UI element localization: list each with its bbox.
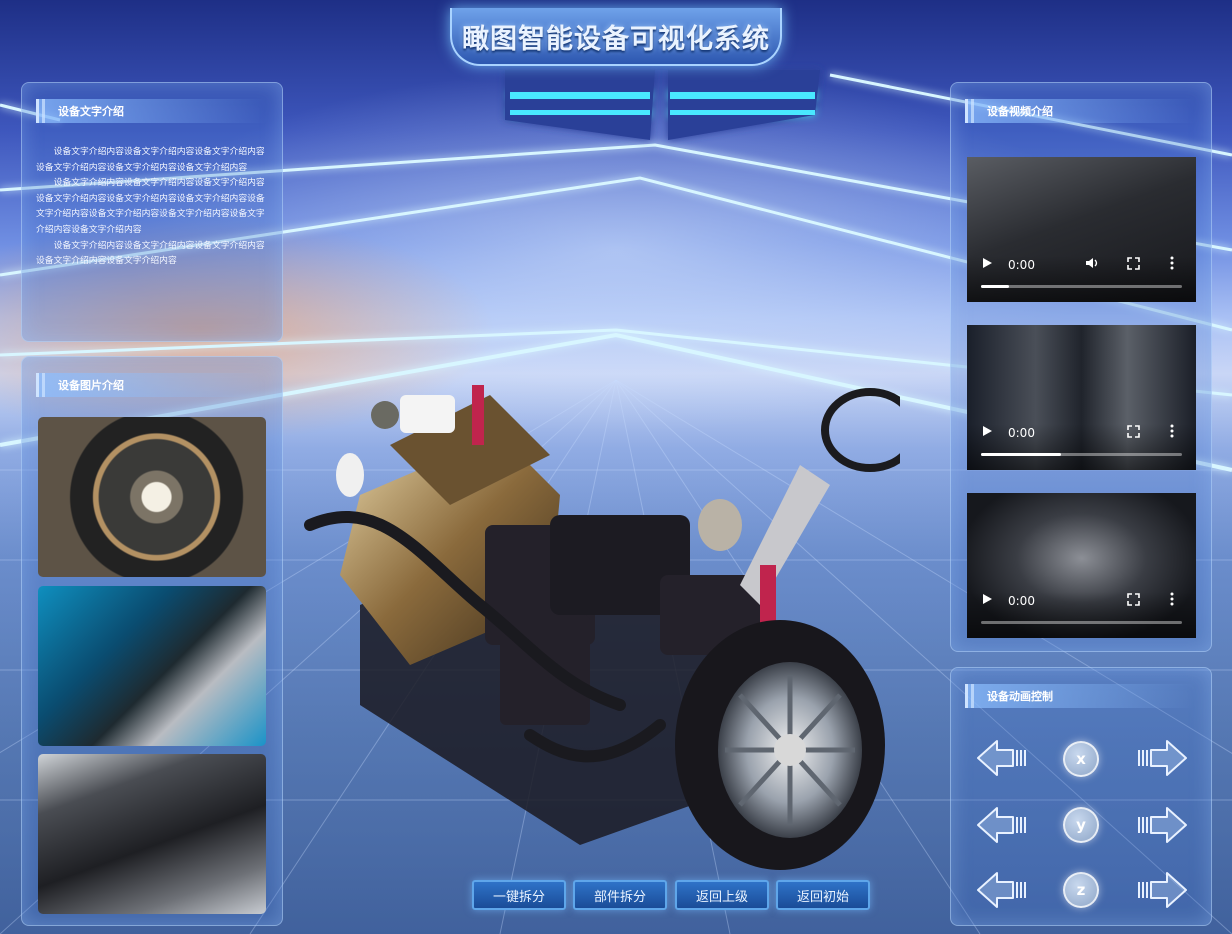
video-controls bbox=[967, 424, 1196, 470]
video-progress-bar[interactable] bbox=[981, 285, 1182, 288]
video-progress-fill bbox=[981, 285, 1010, 288]
video-intro-title: 设备视频介绍 bbox=[987, 105, 1053, 118]
fullscreen-icon[interactable] bbox=[1127, 593, 1140, 606]
play-icon[interactable] bbox=[983, 594, 992, 604]
fullscreen-icon[interactable] bbox=[1127, 257, 1140, 270]
video-progress-fill bbox=[981, 453, 1062, 456]
image-intro-panel: 设备图片介绍 bbox=[21, 356, 283, 926]
reset-view-button[interactable]: 返回初始 bbox=[776, 880, 870, 910]
video-player-3[interactable]: 0:00 bbox=[967, 493, 1196, 638]
video-time: 0:00 bbox=[1008, 594, 1035, 608]
y-axis-right-arrow-icon[interactable] bbox=[1137, 805, 1189, 845]
x-axis-left-arrow-icon[interactable] bbox=[975, 738, 1027, 778]
animation-control-title: 设备动画控制 bbox=[987, 690, 1053, 703]
video-intro-panel: 设备视频介绍 0:00 0:00 0:00 bbox=[950, 82, 1212, 652]
y-axis-left-arrow-icon[interactable] bbox=[975, 805, 1027, 845]
z-axis-button[interactable]: z bbox=[1063, 872, 1099, 908]
text-intro-paragraph: 设备文字介绍内容设备文字介绍内容设备文字介绍内容设备文字介绍内容设备文字介绍内容… bbox=[36, 147, 265, 173]
gallery-image-engine-bay-silver[interactable] bbox=[38, 754, 266, 914]
animation-control-panel: 设备动画控制 x y z bbox=[950, 667, 1212, 926]
video-progress-bar[interactable] bbox=[981, 621, 1182, 624]
gallery-image-engine-bay-blue[interactable] bbox=[38, 586, 266, 746]
y-axis-button[interactable]: y bbox=[1063, 807, 1099, 843]
text-intro-body: 设备文字介绍内容设备文字介绍内容设备文字介绍内容设备文字介绍内容设备文字介绍内容… bbox=[36, 145, 268, 270]
more-options-icon[interactable] bbox=[1170, 256, 1174, 270]
video-time: 0:00 bbox=[1008, 258, 1035, 272]
video-player-1[interactable]: 0:00 bbox=[967, 157, 1196, 302]
video-player-2[interactable]: 0:00 bbox=[967, 325, 1196, 470]
text-intro-header: 设备文字介绍 bbox=[36, 99, 266, 123]
image-intro-header: 设备图片介绍 bbox=[36, 373, 266, 397]
more-options-icon[interactable] bbox=[1170, 424, 1174, 438]
app-title: 瞰图智能设备可视化系统 bbox=[462, 23, 770, 55]
video-intro-header: 设备视频介绍 bbox=[965, 99, 1195, 123]
gallery-image-engine-gear[interactable] bbox=[38, 417, 266, 577]
play-icon[interactable] bbox=[983, 426, 992, 436]
animation-control-header: 设备动画控制 bbox=[965, 684, 1195, 708]
video-progress-bar[interactable] bbox=[981, 453, 1182, 456]
video-controls bbox=[967, 592, 1196, 638]
text-intro-panel: 设备文字介绍 设备文字介绍内容设备文字介绍内容设备文字介绍内容设备文字介绍内容设… bbox=[21, 82, 283, 342]
play-icon[interactable] bbox=[983, 258, 992, 268]
engine-3d-model[interactable] bbox=[300, 375, 900, 875]
video-controls bbox=[967, 256, 1196, 302]
explode-part-button[interactable]: 部件拆分 bbox=[573, 880, 667, 910]
text-intro-paragraph: 设备文字介绍内容设备文字介绍内容设备文字介绍内容设备文字介绍内容设备文字介绍内容 bbox=[36, 240, 265, 267]
app-title-bar: 瞰图智能设备可视化系统 bbox=[450, 8, 782, 66]
explode-all-button[interactable]: 一键拆分 bbox=[472, 880, 566, 910]
text-intro-title: 设备文字介绍 bbox=[58, 105, 124, 118]
z-axis-left-arrow-icon[interactable] bbox=[975, 870, 1027, 910]
x-axis-button[interactable]: x bbox=[1063, 741, 1099, 777]
text-intro-paragraph: 设备文字介绍内容设备文字介绍内容设备文字介绍内容设备文字介绍内容设备文字介绍内容… bbox=[36, 178, 265, 235]
volume-icon[interactable] bbox=[1085, 256, 1099, 270]
more-options-icon[interactable] bbox=[1170, 592, 1174, 606]
fullscreen-icon[interactable] bbox=[1127, 425, 1140, 438]
x-axis-right-arrow-icon[interactable] bbox=[1137, 738, 1189, 778]
z-axis-right-arrow-icon[interactable] bbox=[1137, 870, 1189, 910]
image-intro-title: 设备图片介绍 bbox=[58, 379, 124, 392]
go-back-button[interactable]: 返回上级 bbox=[675, 880, 769, 910]
video-time: 0:00 bbox=[1008, 426, 1035, 440]
